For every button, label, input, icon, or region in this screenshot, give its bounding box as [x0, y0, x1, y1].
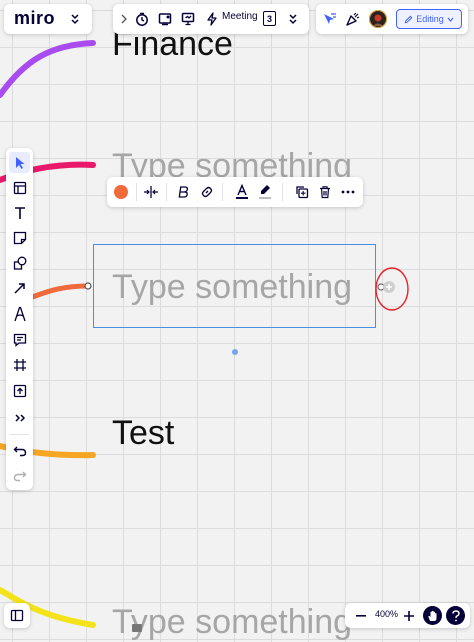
context-toolbar	[107, 177, 363, 207]
text-tool-icon[interactable]	[9, 202, 30, 223]
redo-icon[interactable]	[9, 465, 30, 486]
branch-finance[interactable]	[0, 40, 96, 98]
align-icon[interactable]	[143, 184, 159, 200]
divider	[222, 183, 223, 201]
timer-icon[interactable]	[134, 11, 150, 27]
delete-icon[interactable]	[317, 184, 333, 200]
more-options-icon[interactable]	[340, 184, 356, 200]
zoom-level-label[interactable]: 400%	[375, 609, 398, 619]
fill-color-swatch[interactable]	[113, 184, 129, 200]
lightning-icon[interactable]	[204, 11, 220, 27]
mindmap-node-test[interactable]: Test	[112, 413, 174, 453]
more-chevron-icon[interactable]	[286, 12, 300, 26]
text-color-icon[interactable]	[234, 183, 250, 201]
left-toolbar	[6, 148, 33, 490]
help-icon[interactable]	[446, 606, 465, 625]
board-menu-chevron-icon[interactable]	[68, 12, 82, 26]
screen-share-icon[interactable]	[157, 11, 173, 27]
divider	[136, 183, 137, 201]
chevron-down-icon	[447, 17, 454, 22]
link-icon[interactable]	[199, 184, 215, 200]
logo-panel: miro	[4, 4, 92, 34]
divider	[166, 183, 167, 201]
divider	[282, 183, 283, 201]
sticky-note-tool-icon[interactable]	[9, 227, 30, 248]
bold-icon[interactable]	[176, 184, 192, 200]
upload-tool-icon[interactable]	[9, 380, 30, 401]
highlight-icon[interactable]	[257, 183, 273, 201]
mindmap-node-selected[interactable]: Type something	[112, 267, 352, 307]
pencil-icon	[404, 15, 413, 23]
resize-handle-dot[interactable]	[232, 349, 238, 355]
duplicate-icon[interactable]	[294, 184, 310, 200]
collapse-chevron-icon[interactable]	[117, 12, 131, 26]
board-actions-panel: Editing	[316, 4, 468, 34]
celebrate-icon[interactable]	[345, 11, 361, 27]
meeting-label[interactable]: Meeting	[222, 11, 258, 22]
arrow-tool-icon[interactable]	[9, 277, 30, 298]
hand-tool-icon[interactable]	[423, 606, 442, 625]
zoom-out-icon[interactable]	[353, 608, 368, 623]
annotation-circle	[375, 267, 409, 311]
count-badge[interactable]: 3	[263, 11, 276, 26]
divider	[10, 434, 29, 435]
branch-connector-dot[interactable]	[84, 282, 92, 290]
bottom-left-panel	[4, 603, 30, 628]
shapes-tool-icon[interactable]	[9, 252, 30, 273]
zoom-in-icon[interactable]	[401, 608, 416, 623]
frame-tool-icon[interactable]	[9, 354, 30, 375]
pen-tool-icon[interactable]	[9, 303, 30, 324]
undo-icon[interactable]	[9, 440, 30, 461]
mindmap-node-placeholder-bottom[interactable]: Type something	[112, 602, 352, 642]
templates-tool-icon[interactable]	[9, 177, 30, 198]
comment-tool-icon[interactable]	[9, 329, 30, 350]
branch-node-3[interactable]	[27, 283, 91, 301]
cursor-follow-icon[interactable]	[322, 11, 338, 27]
collaboration-tools-panel: Meeting 3	[113, 4, 309, 34]
miro-logo[interactable]: miro	[14, 8, 55, 29]
editing-label: Editing	[416, 14, 444, 24]
zoom-panel: 400%	[345, 603, 470, 628]
avatar[interactable]	[369, 10, 387, 28]
select-tool-icon[interactable]	[9, 152, 30, 173]
sidebar-toggle-icon[interactable]	[8, 607, 26, 624]
editing-mode-button[interactable]: Editing	[396, 9, 462, 29]
presentation-icon[interactable]	[180, 11, 196, 27]
canvas-marker-icon	[132, 624, 142, 632]
more-tools-icon[interactable]	[9, 407, 30, 428]
